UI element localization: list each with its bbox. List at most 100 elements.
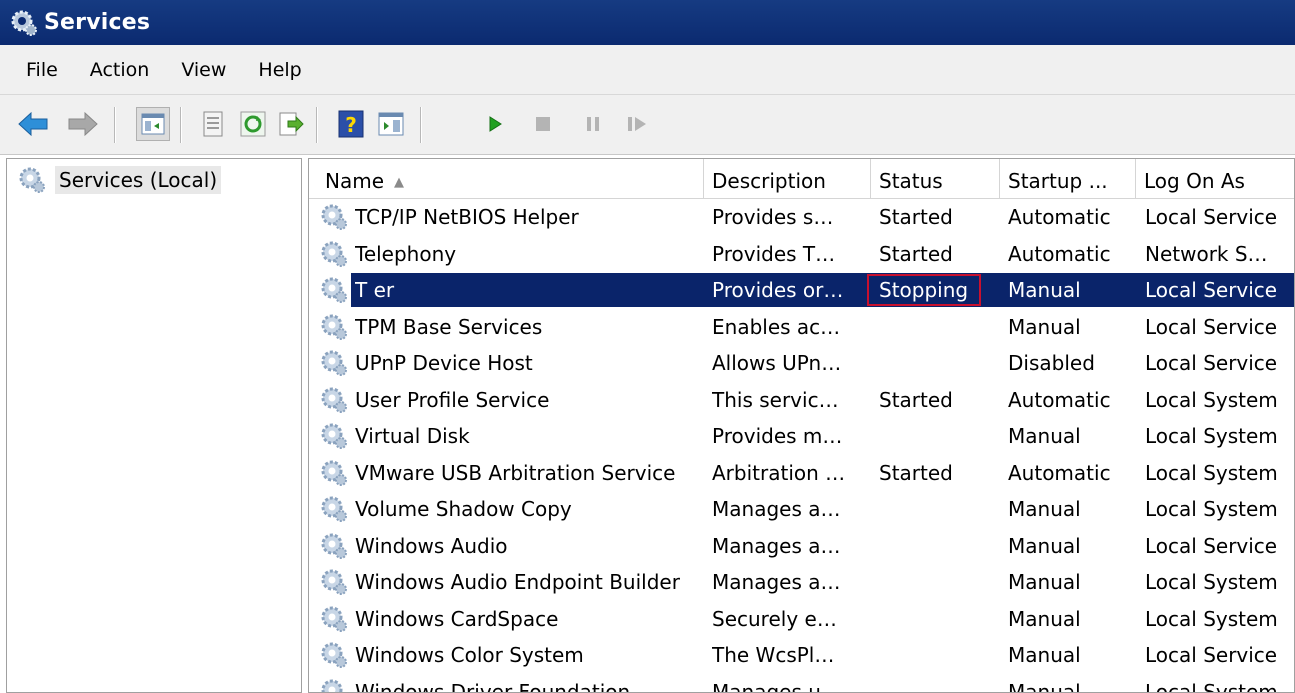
services-list-pane: Name ▲ Description Status Startup ... Log… [308,158,1295,693]
service-description: Provides m… [712,424,843,448]
table-row[interactable]: Windows Audio Endpoint Builder Manages a…… [309,564,1294,600]
service-name: Windows Driver Foundation [355,679,631,693]
export-list-icon[interactable] [274,107,308,141]
column-header-name[interactable]: Name ▲ [309,159,704,199]
table-row[interactable]: Windows Color System The WcsPl… Manual Loca… [309,637,1294,673]
service-name: Telephony [355,241,457,266]
services-gear-icon [19,167,45,193]
service-gear-icon [319,385,349,415]
column-header-description[interactable]: Description [704,159,871,199]
service-gear-icon [319,275,349,305]
service-gear-icon [319,604,349,634]
service-description: Manages a… [712,533,841,558]
column-header-label: Name [325,169,385,193]
service-status [879,637,994,673]
service-status [879,564,994,600]
help-icon[interactable]: ? [334,107,368,141]
table-row[interactable]: Virtual Disk Provides m… Manual Local Syste… [309,418,1294,454]
toolbar-separator [180,107,182,143]
service-startup-type: Manual [1008,570,1081,594]
service-name: User Profile Service [355,387,550,412]
service-status [879,528,994,564]
toolbar-separator [316,107,318,143]
service-startup-type: Manual [1008,533,1081,558]
toolbar-separator [420,107,422,143]
table-row-selected[interactable]: T er Provides or… Stopping Manual Local Serv… [309,272,1294,308]
menu-view[interactable]: View [165,59,242,81]
service-name: TPM Base Services [355,314,543,339]
service-description: Manages a… [712,497,841,521]
tree-item-services-local[interactable]: Services (Local) [17,165,222,195]
table-row[interactable]: TPM Base Services Enables ac… Manual Local … [309,309,1294,345]
table-row[interactable]: Windows CardSpace Securely e… Manual Local … [309,601,1294,637]
service-log-on-as: Local Service [1145,351,1278,375]
service-startup-type: Automatic [1008,460,1111,485]
service-gear-icon [319,531,349,561]
column-header-label: Startup ... [1008,169,1108,193]
service-log-on-as: Local System [1145,570,1278,594]
resume-service-icon[interactable] [620,107,654,141]
service-log-on-as: Local System [1145,679,1278,693]
table-row[interactable]: VMware USB Arbitration Service Arbitratio… [309,455,1294,491]
pause-service-icon[interactable] [576,107,610,141]
service-name: Volume Shadow Copy [355,497,572,521]
show-hide-tree-icon[interactable] [136,107,170,141]
sort-ascending-icon: ▲ [394,175,405,190]
service-status [879,601,994,637]
column-header-label: Log On As [1144,169,1245,193]
service-startup-type: Automatic [1008,387,1111,412]
service-description: Manages u… [712,679,841,693]
service-startup-type: Manual [1008,314,1081,339]
service-log-on-as: Local System [1145,424,1278,448]
table-row[interactable]: TCP/IP NetBIOS Helper Provides s… Started A… [309,199,1294,235]
service-gear-icon [319,640,349,670]
column-header-startup-type[interactable]: Startup ... [1000,159,1136,199]
service-description: This servic… [712,387,839,412]
service-name: Virtual Disk [355,424,470,448]
service-name: UPnP Device Host [355,351,533,375]
table-row[interactable]: Windows Driver Foundation Manages u… Manua… [309,674,1294,693]
service-name: Windows Audio Endpoint Builder [355,570,680,594]
show-action-pane-icon[interactable] [374,107,408,141]
service-startup-type: Manual [1008,424,1081,448]
table-row[interactable]: Windows Audio Manages a… Manual Local Servi… [309,528,1294,564]
tree-item-label: Services (Local) [55,166,222,194]
table-row[interactable]: Volume Shadow Copy Manages a… Manual Local … [309,491,1294,527]
table-row[interactable]: Telephony Provides T… Started Automatic Netw… [309,236,1294,272]
service-startup-type: Manual [1008,278,1081,302]
service-status [879,309,994,345]
menu-help[interactable]: Help [242,59,317,81]
start-service-icon[interactable] [478,107,512,141]
service-status: Started [879,205,953,229]
service-log-on-as: Local System [1145,387,1278,412]
forward-arrow-icon[interactable] [66,107,100,141]
service-status [879,418,994,454]
service-log-on-as: Local System [1145,497,1278,521]
service-description: Allows UPn… [712,351,842,375]
service-name: T er [355,278,395,302]
service-log-on-as: Local Service [1145,314,1278,339]
service-gear-icon [319,239,349,269]
service-startup-type: Manual [1008,679,1081,693]
service-gear-icon [319,348,349,378]
service-description: Provides T… [712,241,836,266]
service-description: The WcsPl… [712,643,835,667]
service-description: Enables ac… [712,314,841,339]
service-log-on-as: Local System [1145,606,1278,631]
menu-file[interactable]: File [0,59,74,81]
service-gear-icon [319,312,349,342]
stop-service-icon[interactable] [526,107,560,141]
service-gear-icon [319,458,349,488]
column-header-log-on-as[interactable]: Log On As [1136,159,1294,199]
properties-icon[interactable] [196,107,230,141]
toolbar-separator [114,107,116,143]
service-gear-icon [319,421,349,451]
table-row[interactable]: User Profile Service This servic… Started A… [309,382,1294,418]
menu-action[interactable]: Action [74,59,166,81]
table-row[interactable]: UPnP Device Host Allows UPn… Disabled Local… [309,345,1294,381]
service-log-on-as: Local Service [1145,643,1278,667]
back-arrow-icon[interactable] [16,107,50,141]
column-header-status[interactable]: Status [871,159,1000,199]
service-startup-type: Manual [1008,606,1081,631]
refresh-icon[interactable] [236,107,270,141]
